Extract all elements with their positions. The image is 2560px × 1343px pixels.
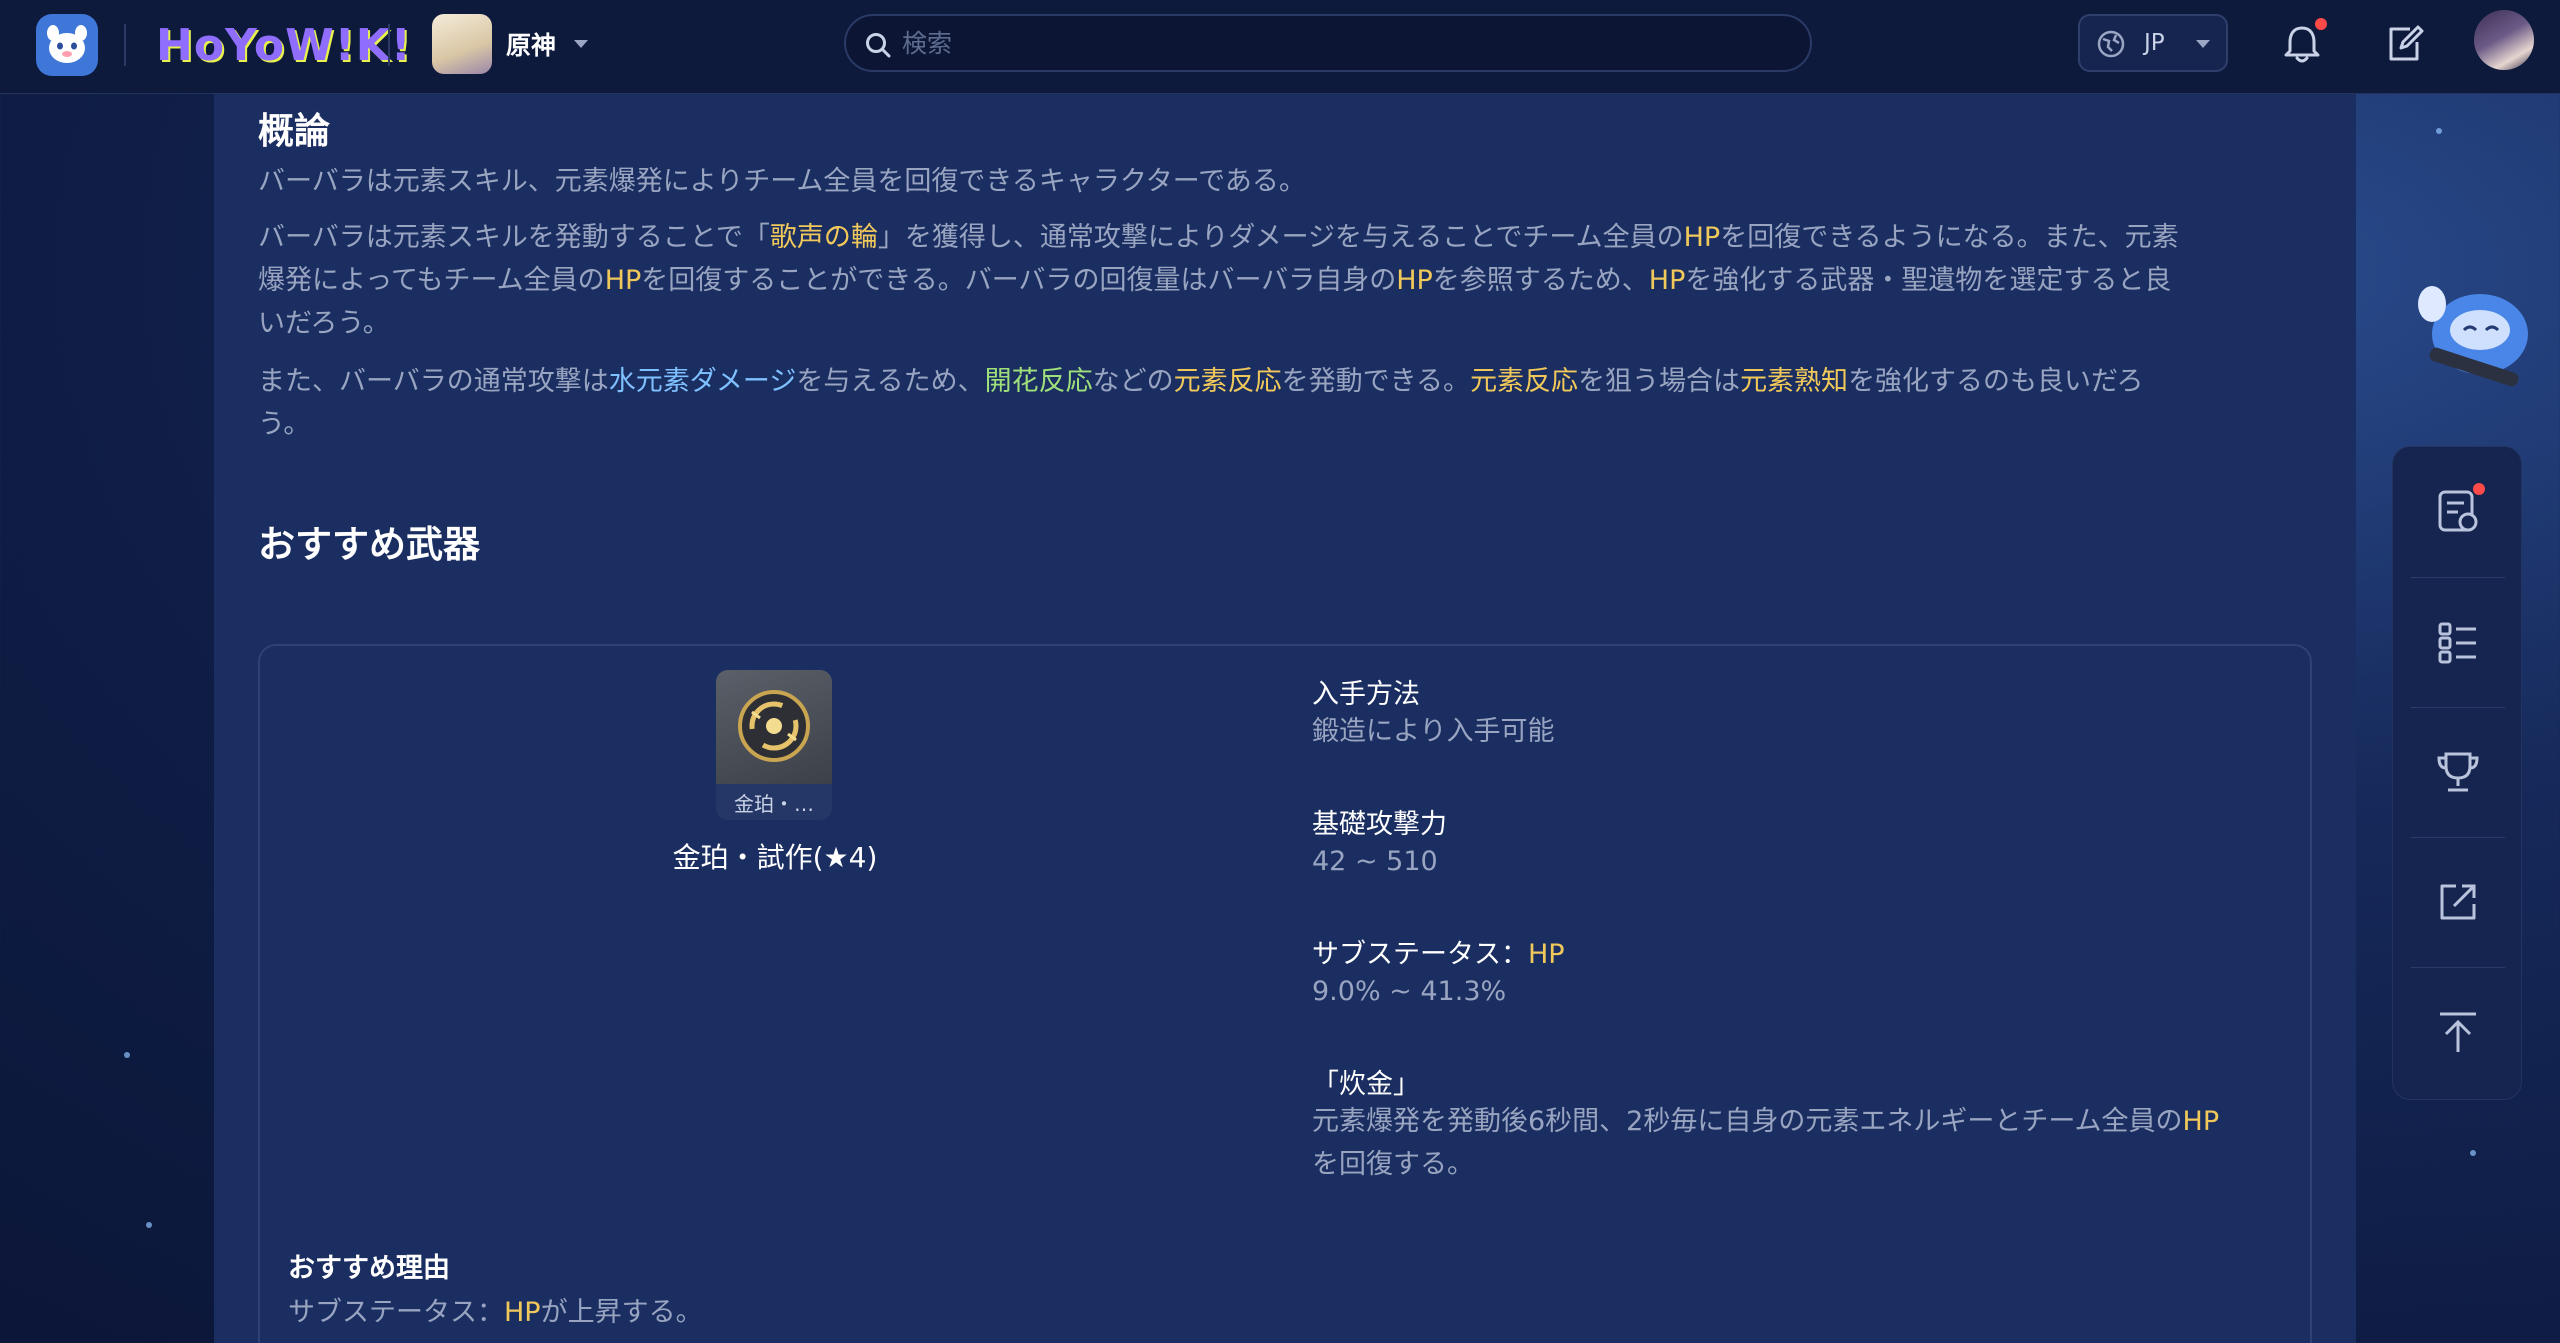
search-bar[interactable] bbox=[844, 14, 1812, 72]
task-badge bbox=[2473, 483, 2485, 495]
keyword-link[interactable]: HP bbox=[1684, 222, 1721, 253]
globe-icon bbox=[2097, 30, 2125, 58]
substat-value: 9.0% ~ 41.3% bbox=[1312, 976, 1507, 1007]
keyword-link[interactable]: 元素反応 bbox=[1470, 366, 1578, 397]
chevron-down-icon[interactable] bbox=[574, 40, 588, 48]
text: また、バーバラの通常攻撃は bbox=[258, 366, 609, 397]
language-selector[interactable]: JP bbox=[2078, 14, 2228, 72]
text: 爆発によってもチーム全員の bbox=[258, 265, 605, 296]
text: 」を獲得し、通常攻撃によりダメージを与えることでチーム全員の bbox=[877, 222, 1684, 253]
divider bbox=[388, 24, 390, 66]
search-input[interactable] bbox=[902, 24, 1782, 62]
task-button[interactable] bbox=[2393, 447, 2523, 577]
back-to-top-icon bbox=[2440, 1012, 2476, 1052]
obtain-value: 鍛造により入手可能 bbox=[1312, 716, 1555, 747]
text: を発動できる。 bbox=[1281, 366, 1471, 397]
trophy-button[interactable] bbox=[2393, 707, 2523, 837]
keyword-link[interactable]: 歌声の輪 bbox=[770, 222, 878, 253]
sparkle-decoration bbox=[2470, 1150, 2476, 1156]
overview-paragraph-3: また、バーバラの通常攻撃は水元素ダメージを与えるため、開花反応などの元素反応を発… bbox=[258, 360, 2318, 446]
text: を回復することができる。バーバラの回復量はバーバラ自身の bbox=[641, 265, 1397, 296]
keyword-link[interactable]: HP bbox=[504, 1297, 541, 1328]
keyword-link[interactable]: HP bbox=[605, 265, 642, 296]
text: を参照するため、 bbox=[1432, 265, 1649, 296]
obtain-label: 入手方法 bbox=[1312, 679, 1420, 710]
list-icon bbox=[2438, 622, 2476, 664]
text: いだろう。 bbox=[258, 308, 390, 339]
text: サブステータス： bbox=[1312, 939, 1528, 970]
app-logo-icon[interactable] bbox=[36, 14, 98, 76]
recommended-weapon-title: おすすめ武器 bbox=[258, 523, 480, 566]
mascot-logo-icon bbox=[47, 25, 87, 63]
text: などの bbox=[1092, 366, 1174, 397]
chevron-down-icon bbox=[2196, 40, 2210, 48]
brand-wordmark[interactable]: HoYoW!K! bbox=[156, 20, 412, 72]
top-bar: HoYoW!K! 原神 JP bbox=[0, 0, 2560, 94]
sparkle-decoration bbox=[124, 1052, 130, 1058]
recommend-reason-title: おすすめ理由 bbox=[288, 1253, 450, 1284]
text: を回復できるようになる。また、元素 bbox=[1720, 222, 2179, 253]
keyword-link[interactable]: HP bbox=[1649, 265, 1686, 296]
edit-icon[interactable] bbox=[2380, 20, 2428, 68]
back-to-top-button[interactable] bbox=[2393, 967, 2523, 1097]
game-selector-label[interactable]: 原神 bbox=[506, 26, 556, 62]
main-content: 概論 バーバラは元素スキル、元素爆発によりチーム全員を回復できるキャラクターであ… bbox=[214, 94, 2356, 1343]
passive-label: 「炊金」 bbox=[1312, 1069, 1420, 1100]
weapon-image bbox=[716, 670, 832, 784]
sparkle-decoration bbox=[2436, 128, 2442, 134]
base-atk-label: 基礎攻撃力 bbox=[1312, 809, 1447, 840]
text: を与えるため、 bbox=[796, 366, 985, 397]
text: を回復する。 bbox=[1312, 1149, 1474, 1180]
game-avatar[interactable] bbox=[432, 14, 492, 74]
divider bbox=[124, 24, 126, 66]
weapon-catalyst-icon bbox=[738, 690, 810, 762]
base-atk-value: 42 ~ 510 bbox=[1312, 846, 1438, 877]
share-button[interactable] bbox=[2393, 837, 2523, 967]
text: を狙う場合は bbox=[1578, 366, 1741, 397]
recommend-reason-text: サブステータス：HPが上昇する。 bbox=[288, 1290, 703, 1329]
weapon-caption: 金珀・… bbox=[734, 792, 814, 816]
text: サブステータス： bbox=[288, 1297, 504, 1328]
text: を強化する武器・聖遺物を選定すると良 bbox=[1685, 265, 2172, 296]
trophy-icon bbox=[2437, 752, 2479, 792]
keyword-link[interactable]: 水元素ダメージ bbox=[609, 366, 797, 397]
text: 元素爆発を発動後6秒間、2秒毎に自身の元素エネルギーとチーム全員の bbox=[1312, 1106, 2183, 1137]
keyword-link[interactable]: HP bbox=[1528, 939, 1565, 970]
share-icon bbox=[2440, 884, 2476, 920]
search-icon bbox=[866, 33, 891, 58]
text: を強化するのも良いだろ bbox=[1848, 366, 2144, 397]
weapon-name[interactable]: 金珀・試作(★4) bbox=[600, 836, 950, 876]
weapon-card: 金珀・… 金珀・試作(★4) 入手方法 鍛造により入手可能 基礎攻撃力 42 ~… bbox=[258, 644, 2312, 1343]
list-button[interactable] bbox=[2393, 577, 2523, 707]
sparkle-decoration bbox=[146, 1222, 152, 1228]
text: が上昇する。 bbox=[540, 1297, 703, 1328]
text: バーバラは元素スキルを発動することで「 bbox=[258, 222, 770, 253]
substat-label: サブステータス：HP bbox=[1312, 932, 1565, 971]
keyword-link[interactable]: HP bbox=[1396, 265, 1433, 296]
overview-paragraph-1: バーバラは元素スキル、元素爆発によりチーム全員を回復できるキャラクターである。 bbox=[258, 166, 1306, 197]
weapon-icon-box[interactable]: 金珀・… bbox=[716, 670, 832, 820]
mascot-icon[interactable] bbox=[2410, 264, 2540, 390]
user-avatar[interactable] bbox=[2474, 10, 2534, 70]
keyword-link[interactable]: 元素反応 bbox=[1174, 366, 1282, 397]
keyword-link[interactable]: 元素熟知 bbox=[1740, 366, 1848, 397]
keyword-link[interactable]: HP bbox=[2183, 1106, 2220, 1137]
passive-description: 元素爆発を発動後6秒間、2秒毎に自身の元素エネルギーとチーム全員のHP を回復する… bbox=[1312, 1100, 2302, 1186]
overview-paragraph-2: バーバラは元素スキルを発動することで「歌声の輪」を獲得し、通常攻撃によりダメージ… bbox=[258, 216, 2318, 345]
overview-title: 概論 bbox=[258, 111, 331, 152]
language-label: JP bbox=[2144, 30, 2165, 56]
side-toolbar bbox=[2392, 446, 2522, 1100]
keyword-link[interactable]: 開花反応 bbox=[985, 366, 1093, 397]
notification-badge bbox=[2315, 18, 2327, 30]
text: う。 bbox=[258, 409, 311, 440]
